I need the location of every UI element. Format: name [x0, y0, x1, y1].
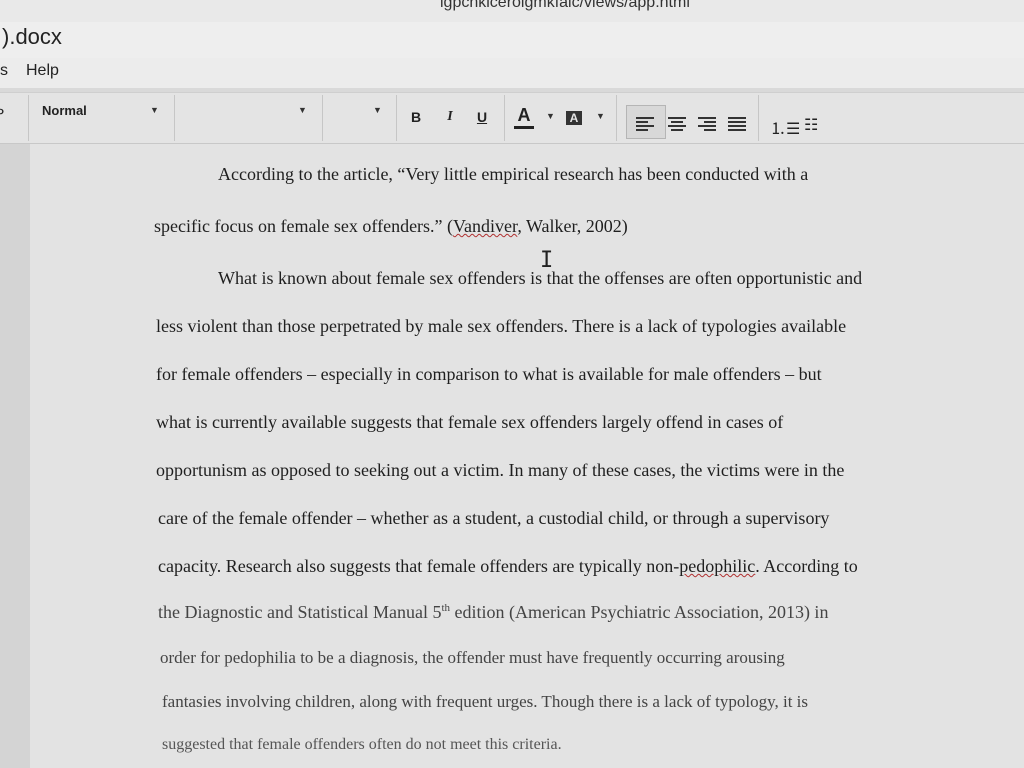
- body-line: fantasies involving children, along with…: [162, 692, 809, 711]
- line-text: , Walker, 2002): [517, 216, 628, 236]
- font-family-dropdown[interactable]: [176, 97, 326, 137]
- body-line: opportunism as opposed to seeking out a …: [156, 460, 845, 480]
- body-line: According to the article, “Very little e…: [218, 164, 809, 184]
- chevron-down-icon[interactable]: ▼: [298, 105, 307, 115]
- line-text: capacity. Research also suggests that fe…: [158, 556, 680, 576]
- paragraph-style-dropdown[interactable]: Normal: [42, 103, 87, 127]
- document-title[interactable]: ).docx: [2, 24, 62, 50]
- superscript: th: [441, 602, 451, 614]
- align-center-icon[interactable]: [668, 117, 686, 131]
- left-margin-area: [0, 144, 30, 768]
- underline-button[interactable]: U: [472, 109, 492, 125]
- url-text: igpcnkicerolgmkfaic/views/app.html: [440, 0, 690, 11]
- align-left-icon: [636, 117, 654, 131]
- line-text: . According to: [755, 556, 858, 576]
- text-cursor-icon: I: [540, 248, 554, 273]
- toolbar-separator: [322, 95, 323, 141]
- chevron-down-icon[interactable]: ▼: [150, 105, 159, 115]
- highlight-color-button[interactable]: A: [566, 111, 582, 125]
- toolbar-separator: [396, 95, 397, 141]
- search-icon[interactable]: ⌕: [0, 103, 5, 121]
- toolbar-separator: [758, 95, 759, 141]
- align-right-icon[interactable]: [698, 117, 716, 131]
- font-size-dropdown[interactable]: [324, 97, 388, 137]
- line-text: the Diagnostic and Statistical Manual 5: [158, 602, 442, 622]
- document-page[interactable]: According to the article, “Very little e…: [30, 144, 1024, 768]
- body-line: order for pedophilia to be a diagnosis, …: [160, 648, 785, 667]
- body-line: specific focus on female sex offenders.”…: [154, 216, 628, 237]
- body-line: for female offenders – especially in com…: [156, 364, 822, 384]
- line-text: edition (American Psychiatric Associatio…: [450, 602, 829, 622]
- formatting-toolbar: ⌕ Normal ▼ ▼ ▼ B I U A ▼ A ▼ ⒈☰ ☷: [0, 92, 1024, 144]
- body-line: what is currently available suggests tha…: [156, 412, 784, 432]
- font-color-button[interactable]: A: [514, 105, 534, 129]
- browser-address-bar[interactable]: igpcnkicerolgmkfaic/views/app.html: [0, 0, 1024, 22]
- toolbar-separator: [174, 95, 175, 141]
- line-text: specific focus on female sex offenders.”…: [154, 216, 454, 236]
- numbered-list-icon[interactable]: ⒈☰: [770, 115, 800, 139]
- body-line: the Diagnostic and Statistical Manual 5t…: [158, 602, 828, 623]
- toolbar-separator: [504, 95, 505, 141]
- menu-item-help[interactable]: Help: [26, 62, 59, 80]
- bold-button[interactable]: B: [406, 109, 426, 125]
- bulleted-list-icon[interactable]: ☷: [804, 115, 818, 135]
- chevron-down-icon[interactable]: ▼: [596, 111, 605, 121]
- body-line: capacity. Research also suggests that fe…: [158, 556, 858, 577]
- spellcheck-word[interactable]: pedophilic: [679, 556, 755, 576]
- chevron-down-icon[interactable]: ▼: [373, 105, 382, 115]
- menu-bar: s Help: [0, 58, 1024, 88]
- body-line: less violent than those perpetrated by m…: [156, 316, 847, 336]
- align-justify-icon[interactable]: [728, 117, 746, 131]
- toolbar-separator: [616, 95, 617, 141]
- body-line: suggested that female offenders often do…: [162, 736, 562, 753]
- toolbar-separator: [28, 95, 29, 141]
- body-line: care of the female offender – whether as…: [158, 508, 830, 528]
- chevron-down-icon[interactable]: ▼: [546, 111, 555, 121]
- title-bar: ).docx: [0, 22, 1024, 58]
- italic-button[interactable]: I: [440, 109, 460, 125]
- menu-item-partial[interactable]: s: [0, 62, 8, 80]
- spellcheck-word[interactable]: Vandiver: [453, 216, 517, 236]
